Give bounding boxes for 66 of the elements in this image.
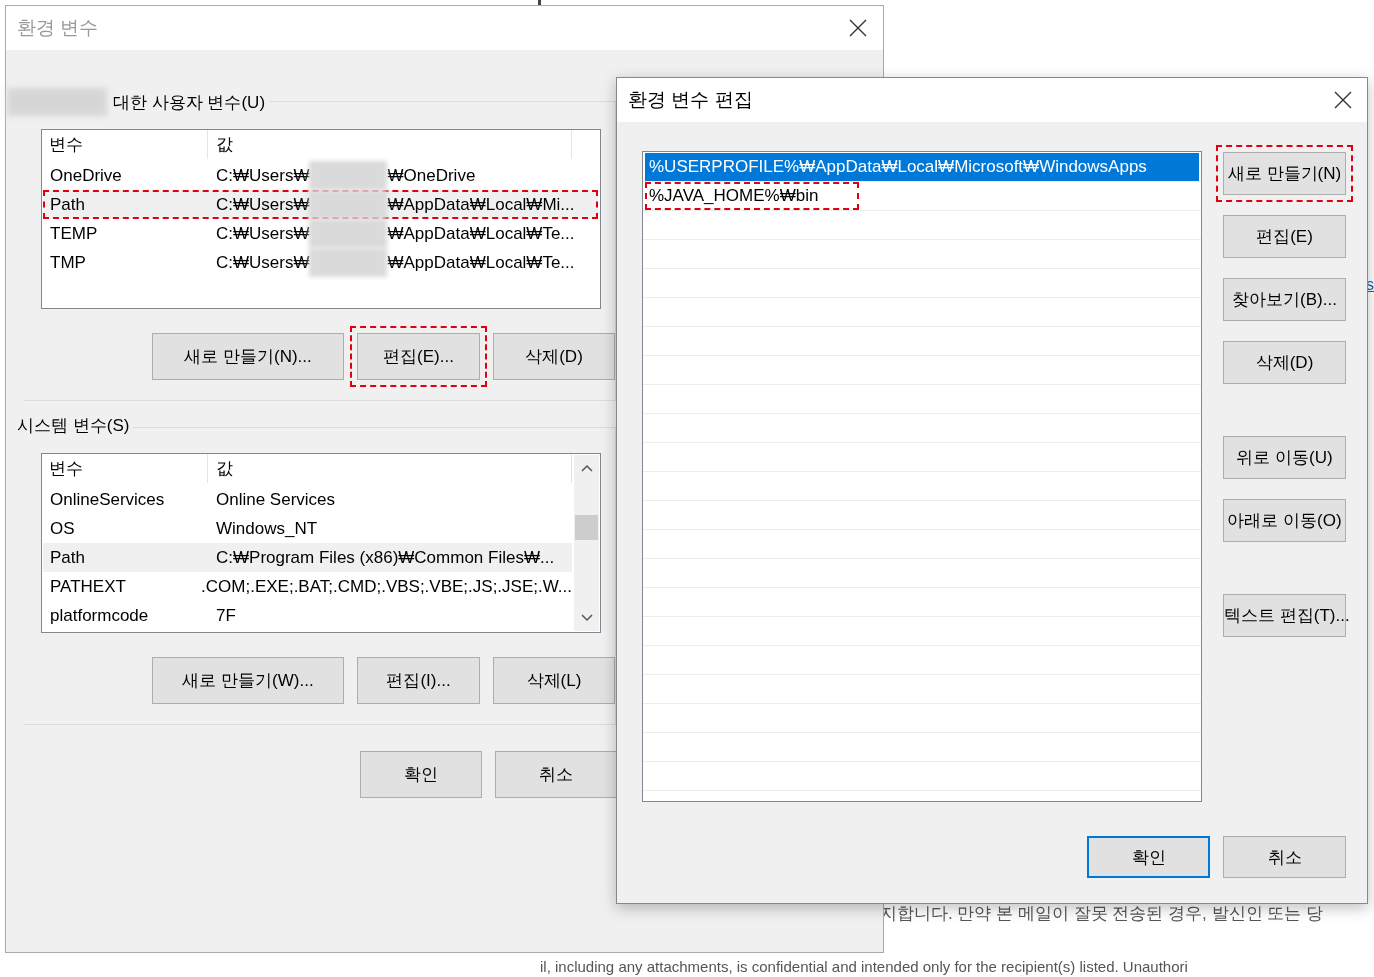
table-cell-text: platformcode [49, 605, 150, 626]
dialog-button[interactable]: 위로 이동(U) [1223, 436, 1346, 479]
dialog-button[interactable]: 확인 [360, 751, 482, 798]
table-row[interactable]: Path C:₩Program Files (x86)₩Common Files₩... [43, 543, 572, 572]
column-header[interactable]: 값 [208, 454, 572, 483]
column-header[interactable]: 값 [208, 130, 572, 159]
table-cell-text: Windows_NT [215, 517, 319, 540]
column-header[interactable]: 변수 [42, 130, 208, 159]
scrollbar-thumb[interactable] [575, 515, 598, 540]
column-header[interactable]: 변수 [42, 454, 208, 483]
path-list[interactable]: %USERPROFILE%₩AppData₩Local₩Microsoft₩WindowsApps %JAVA_HOME%₩bin [642, 151, 1202, 802]
group-label: 대한 사용자 변수(U) [113, 91, 266, 114]
table-cell: C:₩Users₩ [216, 165, 310, 186]
dialog-button[interactable]: 찾아보기(B)... [1223, 278, 1346, 321]
dialog-button[interactable]: 새로 만들기(W)... [152, 657, 344, 704]
table-cell-text: OS [49, 518, 76, 539]
table-cell: C:₩Users₩ [216, 223, 310, 244]
table-cell-text: TEMP [49, 223, 99, 244]
table-row[interactable]: OneDrive C:₩Users₩ ₩OneDrive [43, 161, 598, 190]
email-text: il, including any attachments, is confidential and intended only for the recipient(s) listed. Unauthori [540, 958, 1188, 975]
table-cell-text: .COM;.EXE;.BAT;.CMD;.VBS;.VBE;.JS;.JSE;.W... [200, 575, 572, 598]
table-cell-text: 7F [215, 604, 237, 627]
table-row[interactable]: OnlineServices Online Services [43, 485, 572, 514]
dialog-button[interactable]: 취소 [495, 751, 617, 798]
dialog-button[interactable]: 새로 만들기(N) [1223, 152, 1346, 195]
email-text: 지합니다. 만약 본 메일이 잘못 전송된 경우, 발신인 또는 당 [880, 903, 1323, 925]
table-cell: ₩AppData₩Local₩Te... [387, 252, 575, 273]
table-row[interactable]: OS Windows_NT [43, 514, 572, 543]
table-row[interactable]: Path C:₩Users₩ ₩AppData₩Local₩Mi... [43, 190, 598, 219]
list-item[interactable]: %JAVA_HOME%₩bin [645, 182, 859, 210]
group-label: 시스템 변수(S) [17, 415, 130, 437]
dialog-button[interactable]: 편집(I)... [357, 657, 480, 704]
dialog-button[interactable]: 삭제(L) [493, 657, 615, 704]
table-cell-text: Online Services [215, 488, 337, 511]
list-item[interactable]: %USERPROFILE%₩AppData₩Local₩Microsoft₩WindowsApps [645, 153, 1199, 181]
scrollbar[interactable] [574, 455, 599, 631]
table-row[interactable]: TEMP C:₩Users₩ ₩AppData₩Local₩Te... [43, 219, 598, 248]
close-icon[interactable] [1334, 91, 1352, 109]
table-cell-text: PATHEXT [49, 576, 127, 597]
dialog-button[interactable]: 취소 [1223, 836, 1346, 878]
variables-list[interactable]: 변수 값 OnlineServices Online Services OS Windows_NT Path C:₩Program Files (x86)₩Common Files₩... PATHEXT .COM;.EXE;.BAT;.CMD;.VBS;.VBE;.JS;.JSE;.W... platformcode 7F [41, 453, 601, 633]
dialog-button[interactable]: 아래로 이동(O) [1223, 499, 1346, 542]
dialog-button[interactable]: 새로 만들기(N)... [152, 333, 344, 380]
window-title: 환경 변수 편집 [628, 88, 753, 112]
table-cell: C:₩Users₩ [216, 252, 310, 273]
table-cell-text: Path [49, 194, 86, 215]
table-cell-text: C:₩Program Files (x86)₩Common Files₩... [215, 546, 556, 569]
dialog-button[interactable]: 편집(E) [1223, 215, 1346, 258]
dialog-button[interactable]: 확인 [1087, 836, 1210, 878]
table-cell: ₩AppData₩Local₩Mi... [387, 194, 575, 215]
dialog-button[interactable]: 삭제(D) [1223, 341, 1346, 384]
dialog-button[interactable]: 편집(E)... [357, 333, 480, 380]
table-cell: ₩AppData₩Local₩Te... [387, 223, 575, 244]
variables-list[interactable]: 변수 값 OneDrive C:₩Users₩ ₩OneDrive Path C:₩Users₩ ₩AppData₩Local₩Mi... TEMP C:₩Users₩ ₩AppData₩Local₩Te... TMP C:₩Users₩ ₩AppData₩Local₩Te... [41, 129, 601, 309]
table-row[interactable]: platformcode 7F [43, 601, 572, 630]
table-cell-text: OneDrive [49, 165, 123, 186]
window-title: 환경 변수 [17, 16, 99, 40]
table-cell: ₩OneDrive [387, 165, 476, 186]
table-cell-text: TMP [49, 252, 87, 273]
dialog-button[interactable]: 삭제(D) [493, 333, 615, 380]
table-row[interactable]: PATHEXT .COM;.EXE;.BAT;.CMD;.VBS;.VBE;.JS;.JSE;.W... [43, 572, 572, 601]
table-row[interactable]: TMP C:₩Users₩ ₩AppData₩Local₩Te... [43, 248, 598, 277]
table-cell-text: Path [49, 547, 86, 568]
table-cell: C:₩Users₩ [216, 194, 310, 215]
close-icon[interactable] [849, 19, 867, 37]
table-cell-text: OnlineServices [49, 489, 166, 510]
